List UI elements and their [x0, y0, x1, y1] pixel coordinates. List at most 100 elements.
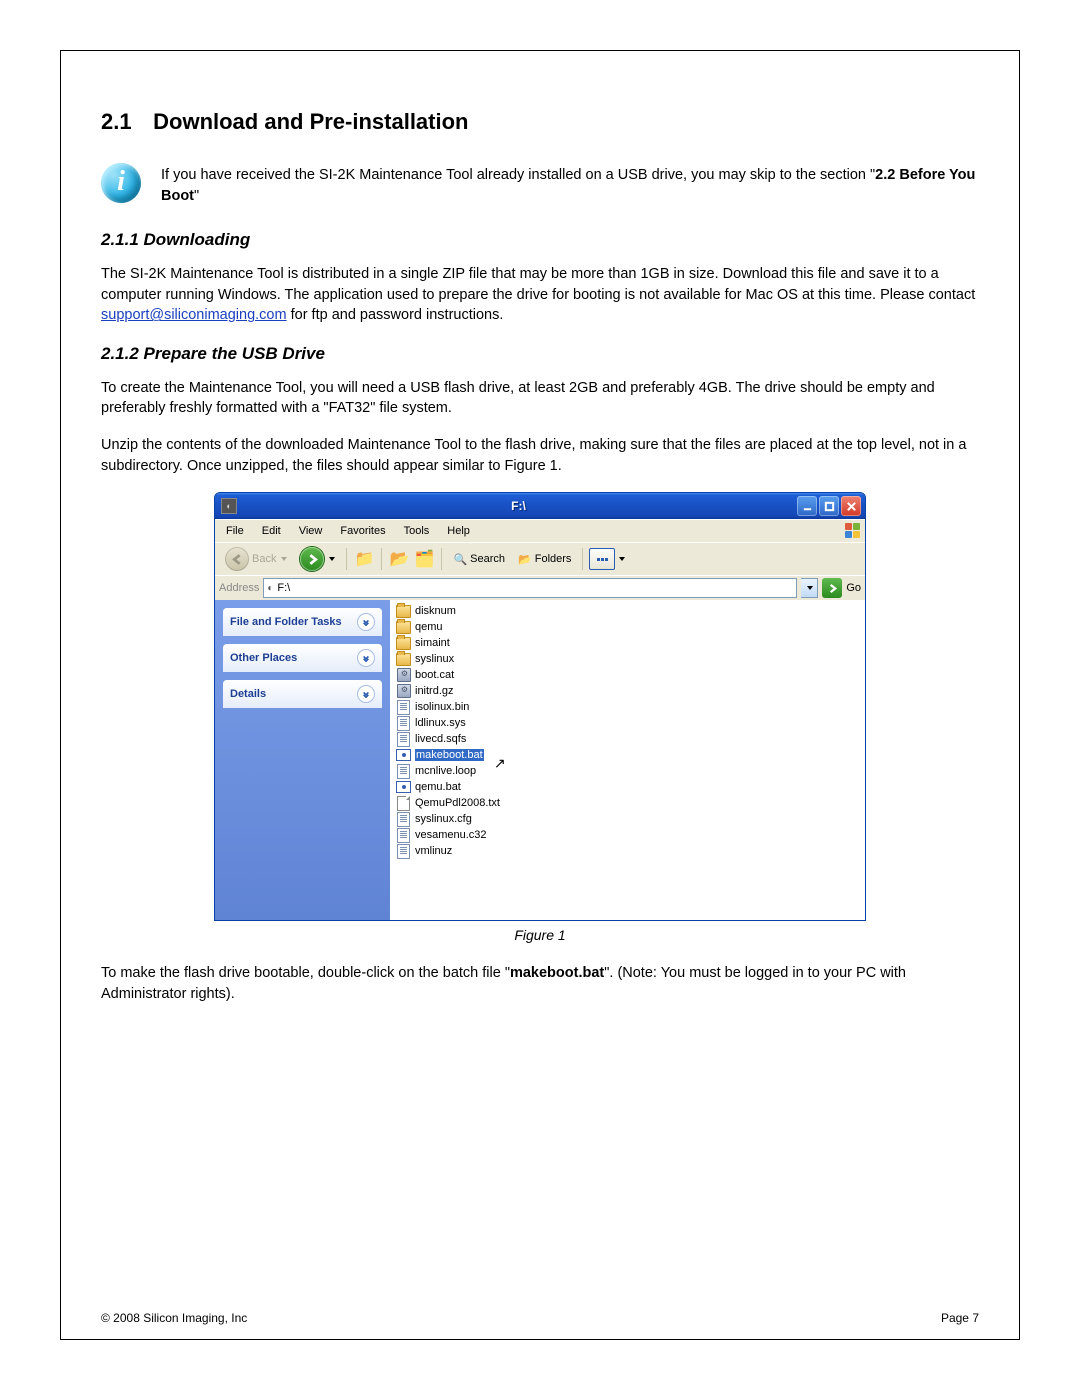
- menu-file[interactable]: File: [219, 523, 251, 539]
- section-title: Download and Pre-installation: [153, 109, 468, 134]
- toolbar: Back 📁 📂 🗂️ 🔍 Search: [215, 542, 865, 575]
- views-button[interactable]: [589, 548, 615, 570]
- maximize-button[interactable]: [819, 496, 839, 516]
- file-item[interactable]: qemu.bat: [396, 779, 859, 795]
- sidebar-panel-details[interactable]: Details: [223, 680, 382, 708]
- folder-icon: [396, 652, 411, 666]
- file-item[interactable]: qemu: [396, 619, 859, 635]
- forward-icon: [300, 547, 324, 571]
- batch-file-icon: [396, 748, 411, 762]
- file-name: qemu: [415, 621, 443, 633]
- file-item[interactable]: livecd.sqfs: [396, 731, 859, 747]
- drive-mini-icon: ◐: [267, 583, 273, 594]
- forward-button[interactable]: [295, 544, 340, 574]
- search-icon: 🔍: [453, 553, 467, 566]
- file-item[interactable]: syslinux.cfg: [396, 811, 859, 827]
- address-dropdown-button[interactable]: [801, 578, 818, 598]
- prepare-paragraph-1: To create the Maintenance Tool, you will…: [101, 378, 979, 419]
- page-footer: © 2008 Silicon Imaging, Inc Page 7: [101, 1311, 979, 1325]
- section-heading: 2.1 Download and Pre-installation: [101, 109, 979, 135]
- page-number: Page 7: [941, 1311, 979, 1325]
- file-name: vesamenu.c32: [415, 829, 487, 841]
- file-item[interactable]: QemuPdl2008.txt: [396, 795, 859, 811]
- file-icon: [396, 764, 411, 778]
- chevron-down-icon[interactable]: [357, 649, 375, 667]
- file-name: initrd.gz: [415, 685, 454, 697]
- file-item[interactable]: isolinux.bin: [396, 699, 859, 715]
- sidebar-panel-tasks[interactable]: File and Folder Tasks: [223, 608, 382, 636]
- file-name: qemu.bat: [415, 781, 461, 793]
- file-name: QemuPdl2008.txt: [415, 797, 500, 809]
- drive-icon: ◐: [221, 498, 237, 514]
- file-item[interactable]: syslinux: [396, 651, 859, 667]
- close-button[interactable]: [841, 496, 861, 516]
- search-button[interactable]: 🔍 Search: [448, 550, 510, 569]
- folder-icon: [396, 620, 411, 634]
- folder-shortcut-button[interactable]: 📂: [388, 548, 410, 570]
- menu-tools[interactable]: Tools: [397, 523, 437, 539]
- file-name: isolinux.bin: [415, 701, 469, 713]
- subheading-downloading: 2.1.1 Downloading: [101, 230, 979, 250]
- file-name: syslinux: [415, 653, 454, 665]
- file-name: makeboot.bat: [415, 749, 484, 761]
- file-icon: [396, 700, 411, 714]
- file-item[interactable]: vmlinuz: [396, 843, 859, 859]
- subheading-prepare-usb: 2.1.2 Prepare the USB Drive: [101, 344, 979, 364]
- file-name: disknum: [415, 605, 456, 617]
- tasks-sidebar: File and Folder Tasks Other Places Detai…: [215, 600, 390, 920]
- go-label: Go: [846, 582, 861, 594]
- system-file-icon: [396, 684, 411, 698]
- up-folder-button[interactable]: 📁: [353, 548, 375, 570]
- file-list[interactable]: disknum qemu simaint syslinux boot.cat initrd…: [390, 600, 865, 920]
- address-label: Address: [219, 582, 259, 594]
- back-icon: [225, 547, 249, 571]
- menu-edit[interactable]: Edit: [255, 523, 288, 539]
- file-icon: [396, 812, 411, 826]
- prepare-paragraph-2: Unzip the contents of the downloaded Mai…: [101, 435, 979, 476]
- explorer-window: ◐ F:\ File Edit View Favorites Tools Hel…: [214, 492, 866, 921]
- closing-paragraph: To make the flash drive bootable, double…: [101, 963, 979, 1004]
- file-name: ldlinux.sys: [415, 717, 466, 729]
- file-icon: [396, 732, 411, 746]
- chevron-down-icon[interactable]: [357, 613, 375, 631]
- file-item[interactable]: mcnlive.loop: [396, 763, 859, 779]
- address-field[interactable]: ◐ F:\: [263, 578, 797, 598]
- file-name: livecd.sqfs: [415, 733, 466, 745]
- delete-folder-button[interactable]: 🗂️: [413, 548, 435, 570]
- copyright: © 2008 Silicon Imaging, Inc: [101, 1311, 247, 1325]
- windows-logo-icon: [844, 522, 862, 540]
- page-frame: 2.1 Download and Pre-installation i If y…: [60, 50, 1020, 1340]
- file-item[interactable]: vesamenu.c32: [396, 827, 859, 843]
- folders-button[interactable]: 📂 Folders: [513, 550, 576, 569]
- back-button: Back: [220, 544, 292, 574]
- cursor-icon: ↖: [494, 755, 506, 772]
- info-icon: i: [101, 163, 141, 203]
- file-name: vmlinuz: [415, 845, 452, 857]
- explorer-body: File and Folder Tasks Other Places Detai…: [215, 600, 865, 920]
- menu-help[interactable]: Help: [440, 523, 477, 539]
- file-item[interactable]: simaint: [396, 635, 859, 651]
- file-name: simaint: [415, 637, 450, 649]
- menubar: File Edit View Favorites Tools Help: [215, 519, 865, 542]
- file-icon: [396, 844, 411, 858]
- titlebar[interactable]: ◐ F:\: [215, 493, 865, 519]
- address-value: F:\: [277, 582, 290, 594]
- page: 2.1 Download and Pre-installation i If y…: [0, 0, 1080, 1397]
- minimize-button[interactable]: [797, 496, 817, 516]
- support-email-link[interactable]: support@siliconimaging.com: [101, 307, 287, 323]
- file-item[interactable]: disknum: [396, 603, 859, 619]
- file-item[interactable]: initrd.gz: [396, 683, 859, 699]
- file-item[interactable]: boot.cat: [396, 667, 859, 683]
- menu-view[interactable]: View: [292, 523, 330, 539]
- folder-icon: [396, 636, 411, 650]
- file-item[interactable]: makeboot.bat↖: [396, 747, 859, 763]
- go-button[interactable]: [822, 578, 842, 598]
- file-item[interactable]: ldlinux.sys: [396, 715, 859, 731]
- chevron-down-icon[interactable]: [357, 685, 375, 703]
- system-file-icon: [396, 668, 411, 682]
- menu-favorites[interactable]: Favorites: [333, 523, 392, 539]
- folders-icon: 📂: [518, 553, 532, 566]
- info-text: If you have received the SI-2K Maintenan…: [161, 163, 979, 206]
- folder-icon: [396, 604, 411, 618]
- sidebar-panel-other-places[interactable]: Other Places: [223, 644, 382, 672]
